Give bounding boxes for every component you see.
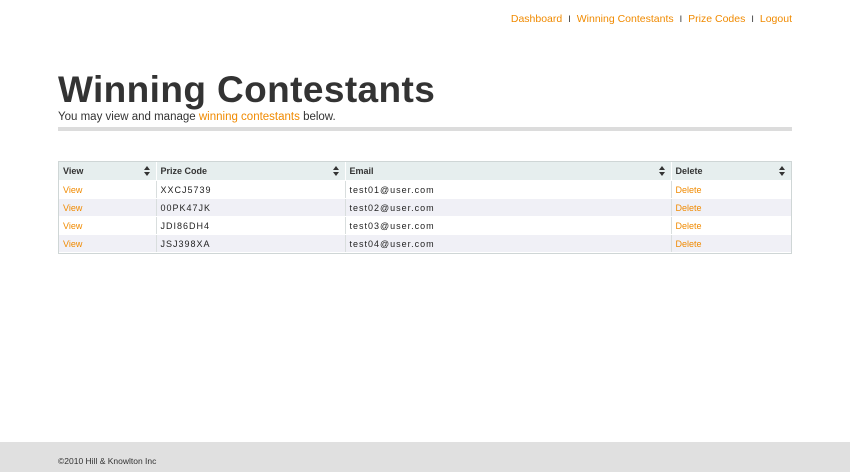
column-header-label: Prize Code	[160, 166, 208, 176]
delete-link[interactable]: Delete	[676, 239, 702, 249]
table-row: View JDI86DH4 test03@user.com Delete	[59, 216, 791, 235]
email-cell: test03@user.com	[345, 216, 672, 235]
nav-separator: I	[679, 14, 683, 24]
intro-winning-contestants-link[interactable]: winning contestants	[199, 111, 300, 123]
delete-link[interactable]: Delete	[676, 185, 702, 195]
view-link[interactable]: View	[63, 239, 82, 249]
prize-code-cell: JSJ398XA	[156, 234, 346, 253]
view-link[interactable]: View	[63, 203, 82, 213]
column-header-label: Delete	[675, 166, 703, 176]
delete-link[interactable]: Delete	[676, 221, 702, 231]
top-navigation: Dashboard I Winning Contestants I Prize …	[511, 13, 792, 26]
nav-prize-codes-link[interactable]: Prize Codes	[688, 13, 745, 26]
contestants-table: View Prize Code Email Delete View XXCJ57…	[58, 161, 792, 254]
prize-code-cell: XXCJ5739	[156, 180, 346, 199]
title-divider	[58, 127, 792, 131]
sort-arrows-icon	[779, 166, 785, 176]
intro-suffix: below.	[299, 111, 336, 123]
intro-text: You may view and manage winning contesta…	[58, 110, 336, 124]
nav-logout-link[interactable]: Logout	[760, 13, 792, 26]
column-header-view[interactable]: View	[59, 162, 157, 181]
intro-prefix: You may view and manage	[58, 111, 199, 123]
footer: ©2010 Hill & Knowlton Inc	[0, 442, 850, 472]
column-header-label: View	[63, 166, 84, 176]
column-header-label: Email	[349, 166, 374, 176]
nav-separator: I	[568, 14, 571, 24]
column-header-delete[interactable]: Delete	[671, 162, 791, 181]
table-row: View XXCJ5739 test01@user.com Delete	[59, 180, 791, 199]
sort-arrows-icon	[658, 166, 665, 176]
prize-code-cell: 00PK47JK	[156, 198, 346, 217]
table-header-row: View Prize Code Email Delete	[59, 162, 791, 181]
prize-code-cell: JDI86DH4	[156, 216, 346, 235]
email-cell: test02@user.com	[345, 198, 672, 217]
nav-dashboard-link[interactable]: Dashboard	[511, 13, 562, 26]
sort-arrows-icon	[143, 166, 150, 176]
view-link[interactable]: View	[63, 185, 82, 195]
page-title: Winning Contestants	[58, 69, 436, 110]
table-row: View JSJ398XA test04@user.com Delete	[59, 234, 791, 253]
view-link[interactable]: View	[63, 221, 82, 231]
nav-winning-contestants-link[interactable]: Winning Contestants	[577, 13, 674, 26]
column-header-prize-code[interactable]: Prize Code	[156, 162, 346, 181]
table-row: View 00PK47JK test02@user.com Delete	[59, 198, 791, 217]
nav-separator: I	[751, 14, 754, 24]
delete-link[interactable]: Delete	[676, 203, 702, 213]
email-cell: test01@user.com	[345, 180, 672, 199]
column-header-email[interactable]: Email	[345, 162, 672, 181]
footer-copyright: ©2010 Hill & Knowlton Inc	[58, 456, 157, 466]
email-cell: test04@user.com	[345, 234, 672, 253]
sort-arrows-icon	[332, 166, 339, 176]
